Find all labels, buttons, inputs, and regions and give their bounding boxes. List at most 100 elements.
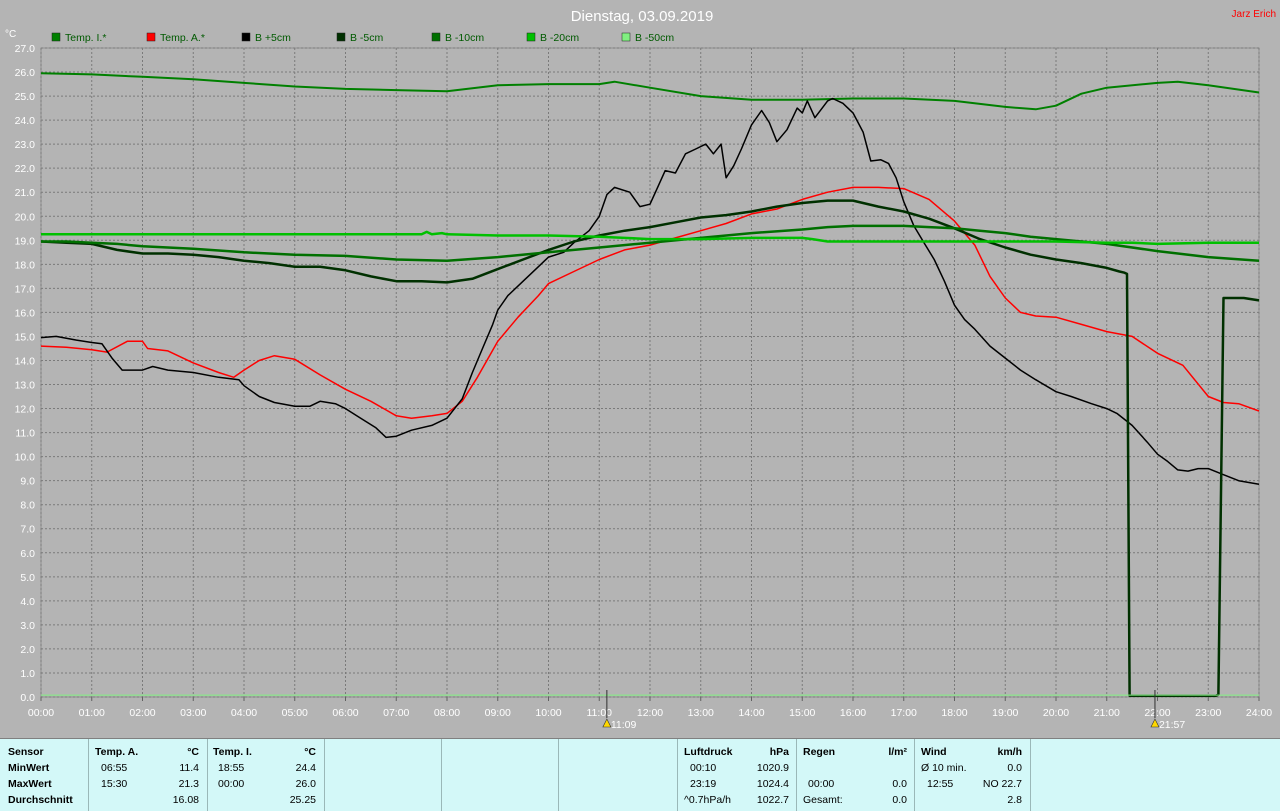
legend-swatch	[526, 32, 536, 42]
author-label: Jarz Erich	[1232, 9, 1276, 20]
y-tick-label: 15.0	[15, 331, 36, 343]
marker-label: 21:57	[1159, 719, 1185, 731]
legend-swatch	[51, 32, 61, 42]
y-tick-label: 17.0	[15, 283, 36, 295]
y-tick-label: 0.0	[20, 692, 35, 704]
temp-a-min-time: 06:55	[101, 762, 128, 774]
x-tick-label: 06:00	[332, 707, 358, 719]
legend-swatch	[336, 32, 346, 42]
temp-a-unit: °C	[187, 746, 199, 758]
x-tick-label: 03:00	[180, 707, 206, 719]
y-tick-label: 10.0	[15, 452, 36, 464]
x-tick-label: 07:00	[383, 707, 409, 719]
y-tick-label: 14.0	[15, 355, 36, 367]
x-tick-label: 19:00	[992, 707, 1018, 719]
legend-swatch	[146, 32, 156, 42]
y-tick-label: 2.0	[20, 644, 35, 656]
x-tick-label: 08:00	[434, 707, 460, 719]
y-tick-label: 24.0	[15, 115, 36, 127]
marker-icon	[602, 718, 612, 728]
legend-label: Temp. A.*	[160, 32, 205, 44]
wind-gust-time: 12:55	[927, 778, 954, 790]
x-tick-label: 14:00	[738, 707, 764, 719]
temp-i-unit: °C	[304, 746, 316, 758]
wind-value-3: 2.8	[1007, 794, 1022, 806]
pressure-min-value: 1020.9	[756, 762, 789, 774]
y-tick-label: 12.0	[15, 404, 36, 416]
y-tick-label: 20.0	[15, 211, 36, 223]
x-tick-label: 16:00	[840, 707, 866, 719]
grid	[40, 47, 1260, 698]
x-tick-label: 09:00	[485, 707, 511, 719]
rain-time: 00:00	[808, 778, 835, 790]
temp-i-average: 25.25	[289, 794, 316, 806]
temp-a-max-value: 21.3	[178, 778, 199, 790]
x-tick-label: 20:00	[1043, 707, 1069, 719]
pressure-unit: hPa	[769, 746, 789, 758]
y-unit-label: °C	[5, 29, 16, 40]
marker-label: 11:09	[611, 719, 637, 731]
x-tick-label: 04:00	[231, 707, 257, 719]
row-label-avg: Durchschnitt	[8, 794, 73, 806]
x-tick-label: 05:00	[282, 707, 308, 719]
legend-swatch	[621, 32, 631, 42]
legend-label: B -50cm	[635, 32, 674, 44]
temp-a-max-time: 15:30	[101, 778, 128, 790]
x-tick-label: 02:00	[129, 707, 155, 719]
x-tick-label: 24:00	[1246, 707, 1272, 719]
temp-i-min-time: 18:55	[218, 762, 245, 774]
legend-swatch	[431, 32, 441, 42]
y-tick-label: 19.0	[15, 235, 36, 247]
y-tick-label: 9.0	[20, 476, 35, 488]
y-tick-label: 25.0	[15, 91, 36, 103]
wind-header: Wind	[921, 746, 947, 758]
x-tick-label: 11:00	[587, 707, 613, 719]
pressure-max-time: 23:19	[690, 778, 717, 790]
legend-label: Temp. I.*	[65, 32, 106, 44]
y-tick-label: 13.0	[15, 380, 36, 392]
pressure-trend-label: ^0.7hPa/h	[684, 794, 731, 806]
y-tick-label: 7.0	[20, 524, 35, 536]
y-tick-label: 21.0	[15, 187, 36, 199]
legend-swatch	[241, 32, 251, 42]
rain-header: Regen	[803, 746, 836, 758]
x-tick-label: 17:00	[891, 707, 917, 719]
y-tick-label: 1.0	[20, 668, 35, 680]
x-axis: 00:00 01:00 02:00 03:00 04:00 05:00 06:00 07:00…	[28, 697, 1272, 719]
legend-label: B -10cm	[445, 32, 484, 44]
y-tick-label: 8.0	[20, 500, 35, 512]
y-tick-label: 4.0	[20, 596, 35, 608]
temp-i-min-value: 24.4	[295, 762, 316, 774]
x-tick-label: 13:00	[688, 707, 714, 719]
temp-a-average: 16.08	[172, 794, 199, 806]
y-axis: 0.0 1.0 2.0 3.0 4.0 5.0 6.0 7.0 8.0 9.0 10.0 11.0 12…	[15, 43, 36, 704]
wind-avg-value: 0.0	[1007, 762, 1022, 774]
rain-value: 0.0	[892, 778, 907, 790]
pressure-trend-value: 1022.7	[756, 794, 789, 806]
wind-avg-label: Ø 10 min.	[921, 762, 967, 774]
x-tick-label: 01:00	[79, 707, 105, 719]
chart-title: Dienstag, 03.09.2019	[571, 8, 714, 25]
rain-total-value: 0.0	[892, 794, 907, 806]
temperature-chart: Dienstag, 03.09.2019 Jarz Erich °C Temp.…	[5, 8, 1276, 731]
x-tick-label: 15:00	[789, 707, 815, 719]
rain-unit: l/m²	[888, 746, 907, 758]
y-tick-label: 16.0	[15, 307, 36, 319]
wind-unit: km/h	[997, 746, 1022, 758]
legend-label: B +5cm	[255, 32, 291, 44]
temp-i-max-time: 00:00	[218, 778, 245, 790]
pressure-min-time: 00:10	[690, 762, 717, 774]
temp-a-header: Temp. A.	[95, 746, 139, 758]
row-label-min: MinWert	[8, 762, 50, 774]
temp-a-min-value: 11.4	[179, 762, 199, 774]
legend: Temp. I.* Temp. A.* B +5cm B -5cm B -10cm B -…	[51, 32, 674, 44]
y-tick-label: 23.0	[15, 139, 36, 151]
series-line	[40, 186, 1260, 419]
series-line	[40, 72, 1260, 111]
legend-label: B -5cm	[350, 32, 384, 44]
x-tick-label: 00:00	[28, 707, 54, 719]
y-tick-label: 18.0	[15, 259, 36, 271]
sensor-header: Sensor	[8, 746, 44, 758]
pressure-max-value: 1024.4	[756, 778, 789, 790]
y-tick-label: 26.0	[15, 67, 36, 79]
